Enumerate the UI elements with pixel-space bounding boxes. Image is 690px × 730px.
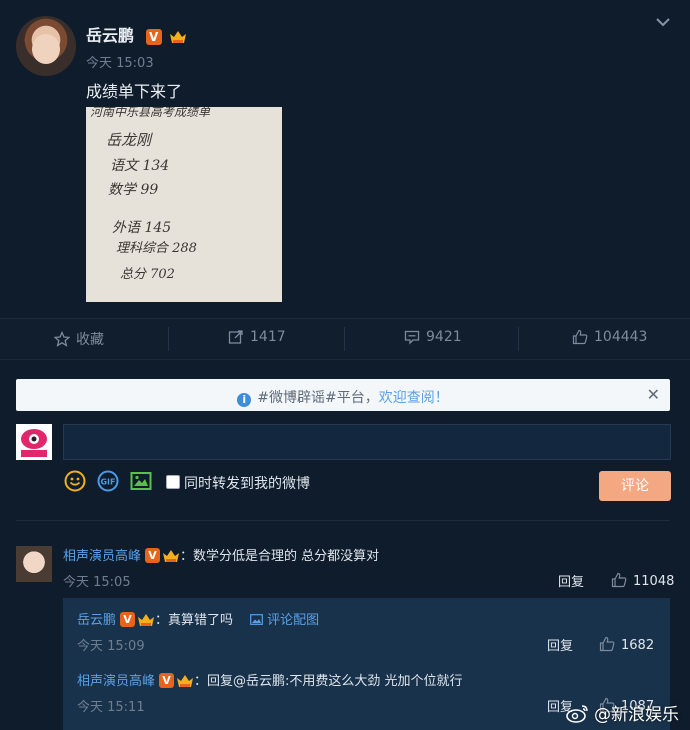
reply-author[interactable]: 相声演员高峰: [77, 674, 155, 689]
thumbs-up-icon: [611, 572, 627, 588]
photo-line: 理科综合 288: [116, 241, 197, 256]
image-icon[interactable]: [130, 470, 152, 492]
verified-v-icon: V: [120, 612, 136, 627]
repost-icon: [228, 330, 243, 344]
vip-crown-icon: [170, 30, 187, 43]
reply-author[interactable]: 岳云鹏: [77, 613, 116, 628]
post-photo[interactable]: 河南中乐县高考成绩单 岳龙刚 语文 134 数学 99 外语 145 理科综合 …: [86, 107, 282, 302]
action-bar: 收藏 1417 9421 104443: [0, 318, 690, 360]
watermark-text: @新浪娱乐: [594, 705, 679, 725]
comment-like-count: 11048: [633, 574, 675, 589]
my-avatar[interactable]: [16, 424, 52, 460]
vip-crown-icon: [177, 674, 194, 687]
notice-link[interactable]: 欢迎查阅！: [379, 390, 449, 406]
photo-line: 岳龙刚: [106, 131, 152, 149]
notice-text: #微博辟谣#平台，: [257, 390, 379, 406]
post-author-name[interactable]: 岳云鹏: [86, 26, 134, 45]
photo-line: 总分 702: [120, 267, 175, 282]
forward-checkbox[interactable]: [166, 475, 180, 489]
comment-count: 9421: [426, 329, 462, 345]
favorite-label: 收藏: [76, 332, 104, 348]
close-icon[interactable]: ✕: [647, 385, 660, 404]
thumbs-up-icon: [599, 636, 615, 652]
divider: [168, 327, 169, 351]
gif-icon[interactable]: GIF: [97, 470, 119, 492]
comment-like-button[interactable]: 11048: [611, 570, 674, 589]
like-count: 104443: [594, 329, 648, 345]
divider: [518, 327, 519, 351]
repost-button[interactable]: 1417: [228, 329, 286, 345]
reply-time: 今天 15:11: [77, 700, 145, 715]
reply-like-count: 1682: [621, 638, 655, 653]
image-icon: [250, 614, 264, 625]
verified-v-icon: V: [159, 673, 175, 688]
comment-input[interactable]: [63, 424, 671, 460]
reply-mention[interactable]: @岳云鹏: [233, 674, 285, 689]
submit-comment-button[interactable]: 评论: [599, 471, 671, 501]
forward-label: 同时转发到我的微博: [184, 476, 310, 492]
reply-prefix: ：回复: [194, 674, 234, 689]
verified-v-icon: V: [145, 548, 161, 563]
comment-author[interactable]: 相声演员高峰: [63, 549, 141, 564]
photo-line: 数学 99: [108, 182, 159, 198]
reply-time: 今天 15:09: [77, 639, 145, 654]
weibo-logo-icon: [566, 704, 588, 723]
comment-reply-button[interactable]: 回复: [558, 571, 584, 590]
vip-crown-icon: [138, 613, 155, 626]
reply-text: :不用费这么大劲 光加个位就行: [285, 674, 463, 689]
repost-count: 1417: [250, 329, 286, 345]
vip-crown-icon: [163, 549, 180, 562]
post-time: 今天 15:03: [86, 56, 154, 71]
emoji-icon[interactable]: [64, 470, 86, 492]
reply-like-button[interactable]: 1682: [599, 634, 654, 653]
post-text: 成绩单下来了: [86, 82, 183, 101]
verified-v-icon: V: [145, 28, 162, 45]
reply-item: 相声演员高峰 V ：回复@岳云鹏:不用费这么大劲 光加个位就行: [77, 670, 463, 689]
reply-reply-button[interactable]: 回复: [547, 635, 573, 654]
like-button[interactable]: 104443: [572, 329, 647, 345]
reply-text: ：真算错了吗: [155, 613, 234, 628]
comment-image-label: 评论配图: [267, 613, 320, 628]
photo-line: 外语 145: [112, 220, 172, 236]
chevron-down-icon[interactable]: [655, 14, 671, 30]
info-icon: i: [237, 393, 252, 407]
comment-text: ：数学分低是合理的 总分都没算对: [180, 549, 380, 564]
divider: [16, 520, 670, 521]
photo-line: 语文 134: [110, 158, 170, 174]
comment-time: 今天 15:05: [63, 575, 131, 590]
thumbs-up-icon: [572, 329, 588, 345]
commenter-avatar[interactable]: [16, 546, 52, 582]
author-avatar[interactable]: [16, 16, 76, 76]
rumor-notice-banner: i #微博辟谣#平台，欢迎查阅！ ✕: [16, 379, 670, 411]
comment-item: 相声演员高峰 V ：数学分低是合理的 总分都没算对: [63, 545, 379, 564]
svg-text:GIF: GIF: [100, 478, 115, 487]
watermark: @新浪娱乐: [566, 700, 679, 725]
comment-icon: [404, 330, 420, 345]
photo-line: 河南中乐县高考成绩单: [90, 107, 211, 119]
reply-item: 岳云鹏 V ：真算错了吗 评论配图: [77, 609, 319, 628]
sina-entertainment-logo-icon: [21, 429, 47, 457]
star-icon: [54, 331, 70, 347]
favorite-button[interactable]: 收藏: [54, 329, 104, 349]
divider: [344, 327, 345, 351]
comment-button[interactable]: 9421: [404, 329, 462, 345]
post-author[interactable]: 岳云鹏 V: [86, 22, 187, 46]
comment-image-link[interactable]: 评论配图: [250, 613, 319, 628]
